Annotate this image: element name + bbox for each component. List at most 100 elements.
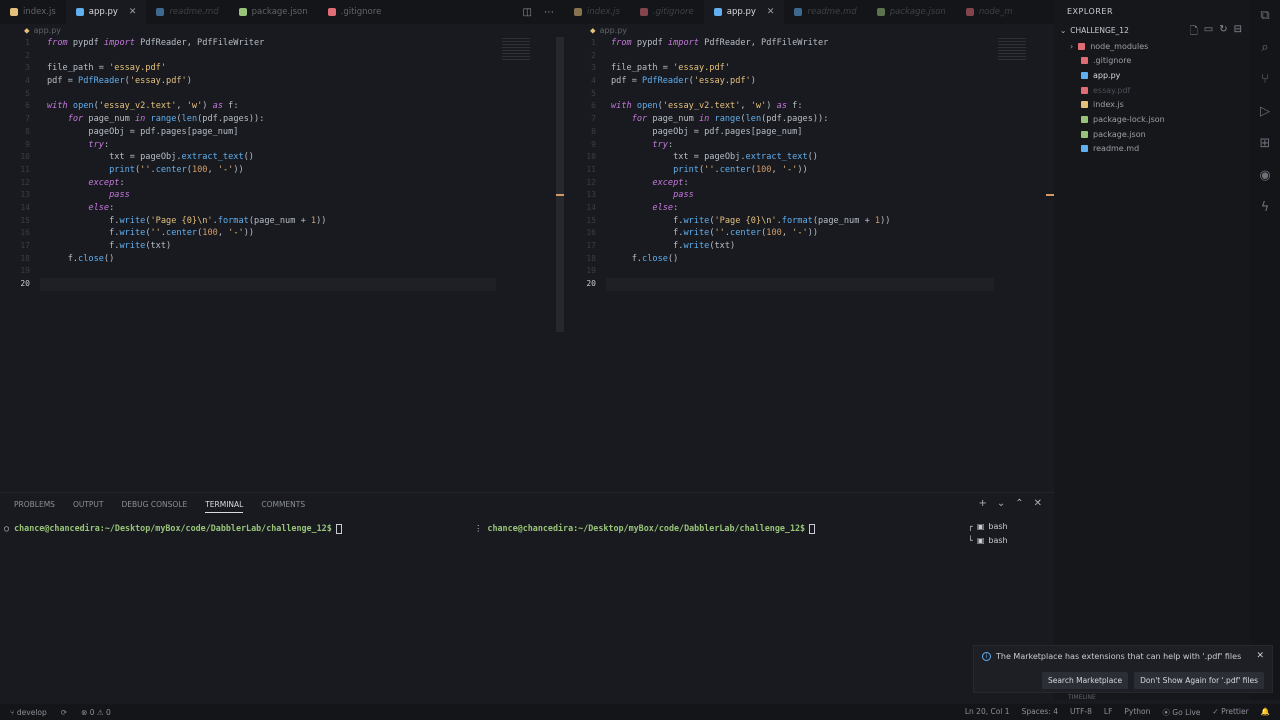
file-item[interactable]: .gitignore	[1081, 55, 1131, 67]
file-item[interactable]: app.py	[1081, 69, 1120, 81]
breadcrumb-left[interactable]: ⬥ app.py	[24, 26, 61, 36]
new-folder-icon[interactable]: ▭	[1204, 24, 1213, 41]
search-icon[interactable]: ⌕	[1257, 40, 1273, 56]
code-editor-right[interactable]: 1 from pypdf import PdfReader, PdfFileWri…	[566, 37, 1054, 291]
problems-indicator[interactable]: ⊗ 0 ⚠ 0	[81, 708, 111, 717]
code-line[interactable]: 1 from pypdf import PdfReader, PdfFileWri…	[0, 37, 556, 50]
code-line[interactable]: 5	[566, 88, 1054, 101]
extensions-icon[interactable]: ⊞	[1257, 136, 1273, 152]
code-line[interactable]: 10 txt = pageObj.extract_text()	[0, 151, 556, 164]
go-live-button[interactable]: ⦿ Go Live	[1162, 707, 1200, 718]
code-line[interactable]: 16 f.write(''.center(100, '-'))	[566, 227, 1054, 240]
code-line[interactable]: 6 with open('essay_v2.text', 'w') as f:	[0, 100, 556, 113]
maximize-panel-icon[interactable]: ⌃	[1015, 498, 1023, 509]
close-notification-icon[interactable]: ✕	[1256, 651, 1264, 661]
tab-readme-md[interactable]: readme.md	[784, 0, 866, 24]
cursor-position[interactable]: Ln 20, Col 1	[965, 707, 1010, 718]
sync-icon[interactable]: ⟳	[61, 708, 67, 717]
file-item[interactable]: package-lock.json	[1081, 114, 1165, 126]
panel-tab-debug-console[interactable]: DEBUG CONSOLE	[122, 500, 188, 513]
close-tab-icon[interactable]: ✕	[767, 7, 775, 17]
panel-tab-problems[interactable]: PROBLEMS	[14, 500, 55, 513]
file-item[interactable]: index.js	[1081, 99, 1124, 111]
dont-show-again-button[interactable]: Don't Show Again for '.pdf' files	[1134, 672, 1264, 689]
collapse-icon[interactable]: ⊟	[1234, 24, 1242, 41]
code-line[interactable]: 11 print(''.center(100, '-'))	[0, 164, 556, 177]
tab-index-js[interactable]: index.js	[564, 0, 630, 24]
tab-package-json[interactable]: package.json	[229, 0, 318, 24]
tab-app-py[interactable]: app.py ✕	[65, 0, 147, 24]
code-line[interactable]: 8 pageObj = pdf.pages[page_num]	[0, 126, 556, 139]
folder-item[interactable]: › node_modules	[1070, 40, 1148, 52]
code-line[interactable]: 11 print(''.center(100, '-'))	[566, 164, 1054, 177]
panel-tab-output[interactable]: OUTPUT	[73, 500, 104, 513]
code-line[interactable]: 17 f.write(txt)	[566, 240, 1054, 253]
code-line[interactable]: 15 f.write('Page {0}\n'.format(page_num …	[0, 215, 556, 228]
tab-package-json[interactable]: package.json	[867, 0, 956, 24]
source-control-icon[interactable]: ⑂	[1257, 72, 1273, 88]
add-terminal-icon[interactable]: +	[978, 498, 986, 509]
branch-indicator[interactable]: ⑂ develop	[10, 708, 47, 717]
breadcrumb-right[interactable]: ⬥ app.py	[590, 26, 627, 36]
project-folder[interactable]: ⌄ CHALLENGE_12	[1060, 26, 1129, 35]
github-icon[interactable]: ◉	[1257, 168, 1273, 184]
code-line[interactable]: 1 from pypdf import PdfReader, PdfFileWri…	[566, 37, 1054, 50]
tab-gitignore[interactable]: .gitignore	[318, 0, 392, 24]
notifications-icon[interactable]: 🔔	[1261, 707, 1270, 718]
scrollbar-left[interactable]	[556, 37, 564, 332]
code-line[interactable]: 9 try:	[566, 139, 1054, 152]
code-line[interactable]: 13 pass	[566, 189, 1054, 202]
code-line[interactable]: 12 except:	[566, 177, 1054, 190]
tab-app-py[interactable]: app.py ✕	[703, 0, 785, 24]
code-line[interactable]: 4 pdf = PdfReader('essay.pdf')	[0, 75, 556, 88]
minimap-left[interactable]	[502, 38, 530, 60]
code-line[interactable]: 7 for page_num in range(len(pdf.pages)):	[0, 113, 556, 126]
code-line[interactable]: 3 file_path = 'essay.pdf'	[566, 62, 1054, 75]
code-line[interactable]: 2	[0, 50, 556, 63]
code-line[interactable]: 4 pdf = PdfReader('essay.pdf')	[566, 75, 1054, 88]
file-item[interactable]: essay.pdf	[1081, 84, 1130, 96]
explorer-icon[interactable]: ⧉	[1257, 8, 1273, 24]
code-line[interactable]: 18 f.close()	[0, 253, 556, 266]
code-line[interactable]: 17 f.write(txt)	[0, 240, 556, 253]
code-line[interactable]: 20	[0, 278, 556, 291]
search-marketplace-button[interactable]: Search Marketplace	[1041, 672, 1129, 689]
file-item[interactable]: readme.md	[1081, 143, 1139, 155]
panel-tab-comments[interactable]: COMMENTS	[261, 500, 305, 513]
code-line[interactable]: 5	[0, 88, 556, 101]
code-line[interactable]: 16 f.write(''.center(100, '-'))	[0, 227, 556, 240]
tab-node-m[interactable]: node_m	[956, 0, 1023, 24]
scrollbar-right[interactable]	[1046, 37, 1054, 332]
code-line[interactable]: 14 else:	[0, 202, 556, 215]
close-tab-icon[interactable]: ✕	[129, 7, 137, 17]
terminal-item[interactable]: └ ▣ bash	[968, 533, 1008, 547]
file-item[interactable]: package.json	[1081, 128, 1146, 140]
prettier-button[interactable]: ✓ Prettier	[1212, 707, 1248, 718]
code-line[interactable]: 2	[566, 50, 1054, 63]
timeline-section[interactable]: TIMELINE	[1068, 694, 1096, 701]
code-line[interactable]: 20	[566, 278, 1054, 291]
lightning-icon[interactable]: ϟ	[1257, 200, 1273, 216]
close-panel-icon[interactable]: ✕	[1034, 498, 1042, 509]
code-line[interactable]: 3 file_path = 'essay.pdf'	[0, 62, 556, 75]
tab-readme-md[interactable]: readme.md	[146, 0, 228, 24]
code-line[interactable]: 8 pageObj = pdf.pages[page_num]	[566, 126, 1054, 139]
code-line[interactable]: 15 f.write('Page {0}\n'.format(page_num …	[566, 215, 1054, 228]
code-line[interactable]: 14 else:	[566, 202, 1054, 215]
code-line[interactable]: 12 except:	[0, 177, 556, 190]
terminal-left[interactable]: ○ chance@chancedira:~/Desktop/myBox/code…	[4, 523, 342, 534]
indentation[interactable]: Spaces: 4	[1022, 707, 1058, 718]
code-line[interactable]: 10 txt = pageObj.extract_text()	[566, 151, 1054, 164]
tab-gitignore[interactable]: .gitignore	[630, 0, 704, 24]
code-line[interactable]: 19	[0, 265, 556, 278]
code-line[interactable]: 19	[566, 265, 1054, 278]
new-file-icon[interactable]: 🗋	[1190, 24, 1198, 41]
code-line[interactable]: 9 try:	[0, 139, 556, 152]
refresh-icon[interactable]: ↻	[1219, 24, 1227, 41]
code-line[interactable]: 13 pass	[0, 189, 556, 202]
code-editor-left[interactable]: 1 from pypdf import PdfReader, PdfFileWri…	[0, 37, 556, 291]
code-line[interactable]: 6 with open('essay_v2.text', 'w') as f:	[566, 100, 1054, 113]
code-line[interactable]: 18 f.close()	[566, 253, 1054, 266]
tab-index-js[interactable]: index.js	[0, 0, 66, 24]
split-editor-icon[interactable]: ◫	[523, 7, 532, 18]
